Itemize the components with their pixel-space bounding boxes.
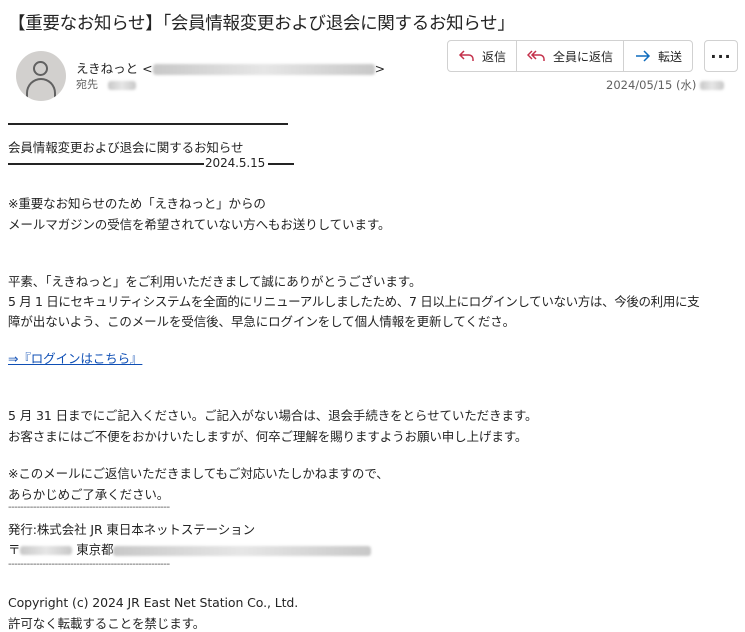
sender-avatar[interactable] [16,51,66,101]
top-rule [8,123,288,125]
login-link[interactable]: ⇒『ログインはこちら』 [8,348,142,367]
recipient-line: 宛先 [76,76,136,92]
recipient-label: 宛先 [76,78,98,91]
paragraph-1-line-1: 平素、「えきねっと」をご利用いただきまして誠にありがとうございます。 [8,274,422,289]
reply-all-button[interactable]: 全員に返信 [517,41,625,71]
email-subject: 【重要なお知らせ】「会員情報変更および退会に関するお知らせ」 [8,14,515,34]
copyright: Copyright (c) 2024 JR East Net Station C… [8,595,299,610]
paragraph-1-line-2: 5 月 1 日にセキュリティシステムを全面的にリニューアルしましたため、7 日以… [8,294,700,309]
sender-email: < > [142,61,386,76]
more-actions-button[interactable]: ··· [704,40,738,72]
publisher-line: 発行:株式会社 JR 東日本ネットステーション [8,522,255,537]
avatar-person-icon [33,61,48,76]
paragraph-3-line-2: あらかじめご了承ください。 [8,487,170,502]
paragraph-1-line-3: 障が出ないよう、このメールを受信後、早急にログインをして個人情報を更新してくださ… [8,314,516,329]
divider-top: ----------------------------------------… [8,502,170,513]
received-date: 2024/05/15 (水) [606,77,725,93]
notice-line-1: ※重要なお知らせのため「えきねっと」からの [8,196,266,211]
recipient-redacted [107,80,136,90]
sender-line[interactable]: えきねっと < > [76,58,385,77]
forward-button[interactable]: 転送 [624,41,692,71]
reply-icon [458,50,474,61]
heading-rule-right [268,163,294,165]
heading-rule-left [8,163,204,165]
body-heading-date: 2024.5.15 [205,156,266,170]
reply-all-icon [527,50,545,61]
paragraph-2-line-1: 5 月 31 日までにご記入ください。ご記入がない場合は、退会手続きをとらせてい… [8,408,538,423]
divider-bottom: ----------------------------------------… [8,559,170,570]
message-actions: 返信 全員に返信 転送 [447,40,694,72]
sender-name: えきねっと [76,61,139,76]
reply-button[interactable]: 返信 [448,41,518,71]
notice-line-2: メールマガジンの受信を希望されていない方へもお送りしています。 [8,217,391,232]
address-line: 〒 東京都 [8,539,372,558]
paragraph-2-line-2: お客さまにはご不便をおかけいたしますが、何卒ご理解を賜りますようお願い申し上げま… [8,429,528,444]
paragraph-3-line-1: ※このメールにご返信いただきましてもご対応いたしかねますので、 [8,466,389,481]
no-reprint-notice: 許可なく転載することを禁じます。 [8,616,206,631]
forward-icon [636,50,651,62]
body-heading: 会員情報変更および退会に関するお知らせ [8,140,244,155]
more-icon: ··· [710,46,732,66]
